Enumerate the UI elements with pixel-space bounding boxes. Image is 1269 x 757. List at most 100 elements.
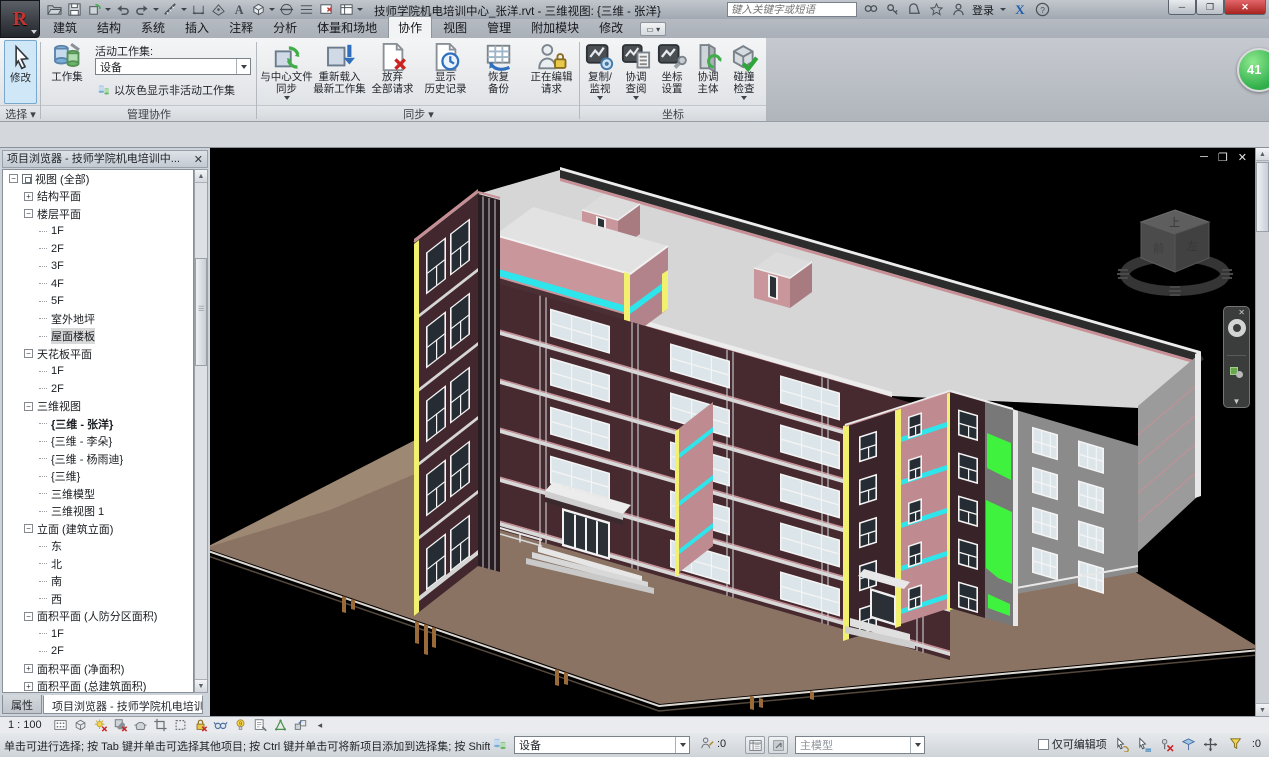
favorites-icon[interactable]: [928, 2, 944, 18]
minimize-button[interactable]: ─: [1168, 0, 1196, 15]
tree-item[interactable]: 南: [3, 573, 193, 591]
reload-latest-button[interactable]: 重新载入最新工作集: [314, 40, 365, 104]
active-workset-combo[interactable]: 设备: [95, 58, 251, 75]
select-links-icon[interactable]: [1114, 736, 1132, 752]
displace-elements-icon[interactable]: [292, 718, 310, 733]
worksets-status-icon[interactable]: [492, 736, 508, 755]
help-icon[interactable]: ?: [1034, 2, 1050, 18]
tree-item[interactable]: 1F: [3, 363, 193, 381]
tree-item[interactable]: 三维模型: [3, 485, 193, 503]
tab-视图[interactable]: 视图: [434, 17, 476, 38]
select-underlay-icon[interactable]: [1136, 736, 1154, 752]
tree-expander-icon[interactable]: +: [24, 664, 33, 673]
restore-backup-button[interactable]: 恢复备份: [473, 40, 524, 104]
tree-item[interactable]: 4F: [3, 275, 193, 293]
render-dialog-icon[interactable]: [132, 718, 150, 733]
restore-button[interactable]: ❐: [1196, 0, 1224, 15]
worksets-dialog-button[interactable]: [745, 736, 765, 754]
tree-item[interactable]: 2F: [3, 240, 193, 258]
coordination-review-button[interactable]: 协调查阅: [619, 40, 653, 104]
tab-结构[interactable]: 结构: [88, 17, 130, 38]
navbar-close-icon[interactable]: ✕: [1238, 308, 1245, 317]
tree-item[interactable]: 1F: [3, 223, 193, 241]
tree-expander-icon[interactable]: −: [9, 174, 18, 183]
tab-建筑[interactable]: 建筑: [44, 17, 86, 38]
temporary-view-properties-icon[interactable]: [252, 718, 270, 733]
editing-requests-status[interactable]: :0: [700, 736, 726, 751]
drawing-area[interactable]: ─ ❐ ✕ 上前左 ✕ ▼: [210, 148, 1255, 716]
steering-wheel-icon[interactable]: [1228, 319, 1246, 337]
browser-tab-project-browser[interactable]: 项目浏览器 - 技师学院机电培训...: [43, 695, 203, 714]
tree-expander-icon[interactable]: +: [24, 192, 33, 201]
select-pinned-icon[interactable]: [1158, 736, 1176, 752]
worksets-button[interactable]: 工作集: [47, 40, 87, 104]
editable-only-checkbox[interactable]: 仅可编辑项: [1038, 736, 1107, 752]
detail-level-icon[interactable]: [52, 718, 70, 733]
tree-expander-icon[interactable]: −: [24, 524, 33, 533]
tree-item[interactable]: 3F: [3, 258, 193, 276]
tab-体量和场地[interactable]: 体量和场地: [308, 17, 386, 38]
analytical-model-icon[interactable]: [272, 718, 290, 733]
tree-expander-icon[interactable]: −: [24, 349, 33, 358]
tree-item[interactable]: 西: [3, 590, 193, 608]
browser-tab-properties[interactable]: 属性: [2, 695, 42, 714]
show-history-button[interactable]: 显示历史记录: [420, 40, 471, 104]
project-browser-header[interactable]: 项目浏览器 - 技师学院机电培训中... ✕: [2, 150, 208, 168]
panel-label-select[interactable]: 选择 ▾: [0, 105, 41, 121]
tree-item[interactable]: {三维 - 杨雨迪}: [3, 450, 193, 468]
tree-item[interactable]: 三维视图 1: [3, 503, 193, 521]
tab-注释[interactable]: 注释: [220, 17, 262, 38]
tree-item[interactable]: 东: [3, 538, 193, 556]
vscroll-down-icon[interactable]: ▼: [1256, 703, 1269, 716]
view-close-icon[interactable]: ✕: [1238, 151, 1247, 164]
tree-item[interactable]: 2F: [3, 643, 193, 661]
browser-scrollbar[interactable]: ▲ ▼: [194, 169, 208, 693]
tab-管理[interactable]: 管理: [478, 17, 520, 38]
panel-label-manage[interactable]: 管理协作: [41, 105, 257, 121]
tree-item[interactable]: −面积平面 (人防分区面积): [3, 608, 193, 626]
tree-item[interactable]: +面积平面 (总建筑面积): [3, 678, 193, 694]
crop-view-icon[interactable]: [152, 718, 170, 733]
scroll-up-icon[interactable]: ▲: [195, 170, 207, 183]
subscription-icon[interactable]: [884, 2, 900, 18]
view-restore-icon[interactable]: ❐: [1218, 151, 1228, 164]
sign-in-label[interactable]: 登录: [972, 2, 994, 18]
exchange-apps-icon[interactable]: X: [1012, 2, 1028, 18]
tree-expander-icon[interactable]: +: [24, 682, 33, 691]
tree-item[interactable]: −三维视图: [3, 398, 193, 416]
ribbon-minimize-toggle[interactable]: ▭ ▾: [640, 22, 666, 36]
tab-系统[interactable]: 系统: [132, 17, 174, 38]
application-menu-button[interactable]: R: [0, 0, 40, 38]
design-options-button[interactable]: [768, 736, 788, 754]
tree-item[interactable]: −楼层平面: [3, 205, 193, 223]
view-minimize-icon[interactable]: ─: [1200, 151, 1208, 164]
sun-path-icon[interactable]: [92, 718, 110, 733]
tree-item[interactable]: 2F: [3, 380, 193, 398]
panel-label-synchronize[interactable]: 同步 ▾: [257, 105, 580, 121]
tree-expander-icon[interactable]: −: [24, 209, 33, 218]
selection-filter-icon[interactable]: [1227, 736, 1245, 752]
tree-item[interactable]: +面积平面 (净面积): [3, 660, 193, 678]
select-by-face-icon[interactable]: [1180, 736, 1198, 752]
shadows-icon[interactable]: [112, 718, 130, 733]
vscroll-up-icon[interactable]: ▲: [1256, 148, 1269, 161]
scale-value[interactable]: 1 : 100: [8, 719, 42, 731]
navbar-expand-icon[interactable]: ▼: [1224, 397, 1249, 406]
communication-icon[interactable]: [906, 2, 922, 18]
tree-item[interactable]: 1F: [3, 625, 193, 643]
coordination-settings-button[interactable]: 坐标设置: [655, 40, 689, 104]
scroll-thumb[interactable]: [195, 258, 207, 366]
copy-monitor-button[interactable]: 复制/监视: [583, 40, 617, 104]
building-3d-model[interactable]: [210, 148, 1255, 716]
view-cube[interactable]: 上前左: [1115, 188, 1235, 308]
tree-expander-icon[interactable]: −: [24, 402, 33, 411]
close-button[interactable]: ✕: [1224, 0, 1266, 15]
drag-on-selection-icon[interactable]: [1202, 736, 1220, 752]
coordination-host-button[interactable]: 协调主体: [691, 40, 725, 104]
sync-central-button[interactable]: 与中心文件同步: [261, 40, 312, 104]
tree-item[interactable]: 室外地坪: [3, 310, 193, 328]
reveal-hidden-elements-icon[interactable]: 9: [232, 718, 250, 733]
zoom-tool-icon[interactable]: [1230, 365, 1243, 378]
temporary-hide-isolate-icon[interactable]: [212, 718, 230, 733]
panel-close-icon[interactable]: ✕: [194, 152, 203, 168]
